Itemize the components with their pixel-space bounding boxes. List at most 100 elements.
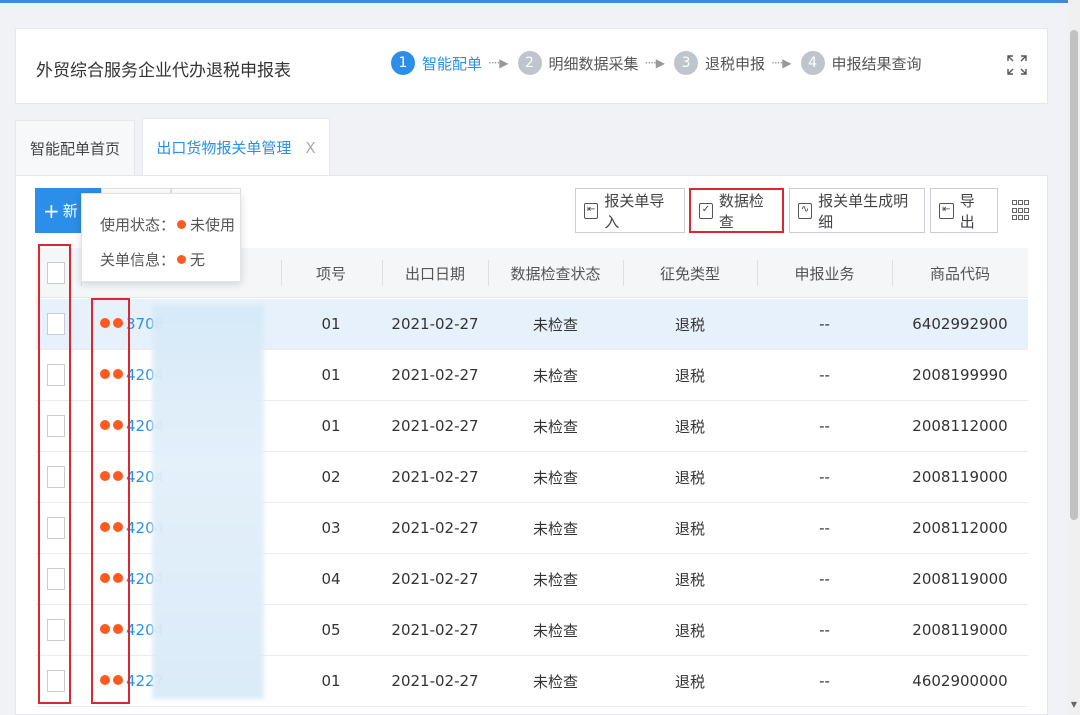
tab-declaration-management[interactable]: 出口货物报关单管理 X [142,118,330,176]
cell-item: 01 [321,417,341,435]
cell-business: -- [819,468,830,486]
status-tooltip: 使用状态： 未使用 关单信息： 无 [81,193,241,282]
chart-icon: ∿ [798,202,813,219]
cell-hs-code: 6402992900 [912,315,1008,333]
cell-hs-code: 2008112000 [912,519,1008,537]
cell-tax-type: 退税 [674,417,705,436]
status-dots-highlight [91,298,130,704]
cell-export-date: 2021-02-27 [391,570,479,588]
step-arrow-icon: ····▶ [771,56,791,70]
cell-check-status: 未检查 [532,621,578,640]
tooltip-info-value: 无 [190,251,206,269]
step-arrow-icon: ····▶ [488,56,508,70]
export-label: 导出 [959,191,975,231]
column-header-check-status[interactable]: 数据检查状态 [488,248,623,298]
generate-detail-label: 报关单生成明细 [818,191,909,231]
cell-item: 02 [321,468,341,486]
cell-hs-code: 4602900000 [912,672,1008,690]
column-settings-icon[interactable] [1012,200,1030,222]
cell-hs-code: 2008119000 [912,621,1008,639]
import-declaration-button[interactable]: ⇤ 报关单导入 [575,188,685,233]
cell-check-status: 未检查 [532,570,578,589]
generate-detail-button[interactable]: ∿ 报关单生成明细 [789,188,925,233]
redacted-id-area [152,305,264,699]
step-4-number: 4 [800,51,825,75]
export-icon: ⇤ [939,202,954,219]
column-header-tax-type[interactable]: 征免类型 [623,248,757,298]
checkbox-column-highlight [38,244,71,704]
step-4[interactable]: 4 申报结果查询 [800,51,922,75]
cell-export-date: 2021-02-27 [391,468,479,486]
data-check-button[interactable]: ✓ 数据检查 [689,188,784,233]
step-1-number: 1 [391,51,415,75]
cell-business: -- [819,417,830,435]
status-dot-icon [177,220,187,229]
export-button[interactable]: ⇤ 导出 [930,188,998,233]
tab-smart-match-home[interactable]: 智能配单首页 [15,120,135,175]
cell-check-status: 未检查 [532,672,578,691]
column-header-hs-code[interactable]: 商品代码 [892,248,1028,298]
data-check-label: 数据检查 [718,191,764,231]
cell-export-date: 2021-02-27 [391,417,479,435]
step-2-label: 明细数据采集 [548,54,639,73]
cell-item: 01 [321,366,341,384]
fullscreen-icon[interactable] [1006,54,1028,76]
step-2[interactable]: 2 明细数据采集 [517,51,639,75]
cell-check-status: 未检查 [532,519,578,538]
import-label: 报关单导入 [604,191,665,231]
cell-tax-type: 退税 [674,366,705,385]
column-header-item[interactable]: 项号 [281,248,381,298]
top-accent-bar [0,0,1080,3]
step-indicator: 1 智能配单 ····▶ 2 明细数据采集 ····▶ 3 退税申报 ····▶… [391,51,922,75]
tooltip-status-label: 使用状态： [100,216,176,234]
cell-business: -- [819,570,830,588]
cell-item: 03 [321,519,341,537]
cell-check-status: 未检查 [532,366,578,385]
status-dot-icon [177,255,187,264]
cell-item: 05 [321,621,341,639]
cell-export-date: 2021-02-27 [391,315,479,333]
cell-item: 01 [321,672,341,690]
step-3-label: 退税申报 [705,54,766,73]
cell-tax-type: 退税 [674,672,705,691]
cell-check-status: 未检查 [532,417,578,436]
column-header-business[interactable]: 申报业务 [757,248,892,298]
step-1[interactable]: 1 智能配单 [391,51,482,75]
column-header-export-date[interactable]: 出口日期 [382,248,488,298]
check-doc-icon: ✓ [699,202,713,219]
cell-business: -- [819,315,830,333]
tooltip-usage-status: 使用状态： 未使用 [100,214,235,235]
new-button-label: 新 [62,202,78,220]
cell-export-date: 2021-02-27 [391,366,479,384]
cell-business: -- [819,519,830,537]
step-1-label: 智能配单 [422,54,483,73]
close-icon[interactable]: X [305,139,315,157]
cell-item: 01 [321,315,341,333]
cell-business: -- [819,672,830,690]
cell-hs-code: 2008119000 [912,570,1008,588]
cell-hs-code: 2008112000 [912,417,1008,435]
cell-check-status: 未检查 [532,315,578,334]
cell-item: 04 [321,570,341,588]
cell-hs-code: 2008119000 [912,468,1008,486]
cell-tax-type: 退税 [674,315,705,334]
cell-export-date: 2021-02-27 [391,519,479,537]
import-icon: ⇤ [584,202,599,219]
cell-business: -- [819,366,830,384]
header-card: 外贸综合服务企业代办退税申报表 1 智能配单 ····▶ 2 明细数据采集 ··… [15,28,1048,104]
cell-tax-type: 退税 [674,621,705,640]
tooltip-declaration-info: 关单信息： 无 [100,249,205,270]
cell-export-date: 2021-02-27 [391,621,479,639]
step-arrow-icon: ····▶ [644,56,665,70]
scrollbar-thumb[interactable] [1070,30,1078,520]
cell-check-status: 未检查 [532,468,578,487]
step-4-label: 申报结果查询 [831,54,922,73]
cell-hs-code: 2008199990 [912,366,1008,384]
cell-export-date: 2021-02-27 [391,672,479,690]
step-3[interactable]: 3 退税申报 [674,51,765,75]
tooltip-info-label: 关单信息： [100,251,176,269]
cell-business: -- [819,621,830,639]
scroll-down-arrow-icon[interactable]: ▼ [1068,700,1080,712]
step-3-number: 3 [674,51,699,75]
page-title: 外贸综合服务企业代办退税申报表 [36,61,291,81]
